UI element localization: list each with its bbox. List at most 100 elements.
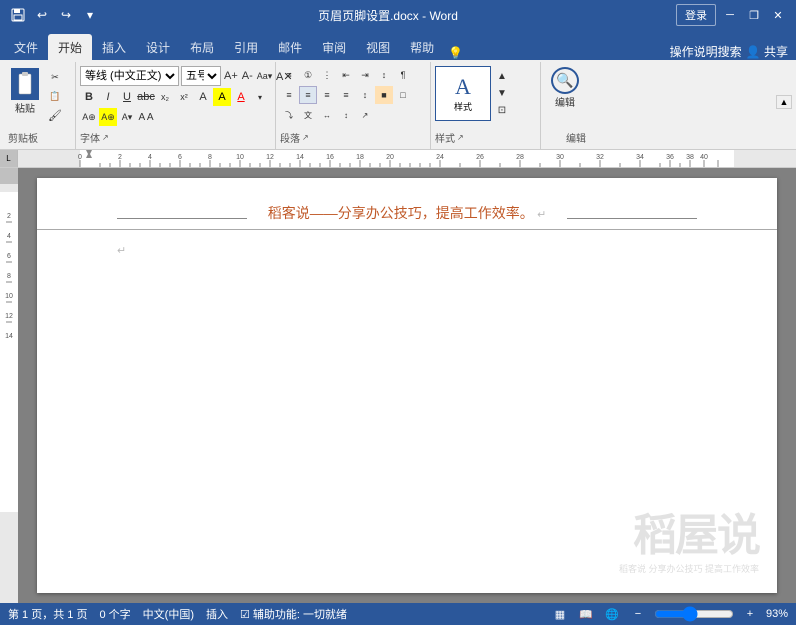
cut-button[interactable]: ✂ xyxy=(44,68,66,86)
view-print-layout[interactable]: ▦ xyxy=(550,606,570,622)
zoom-level[interactable]: 93% xyxy=(766,608,788,620)
tab-view[interactable]: 视图 xyxy=(356,34,400,60)
tab-file[interactable]: 文件 xyxy=(4,34,48,60)
font-color-adv-button[interactable]: A⊕ xyxy=(80,108,98,126)
subscript-button[interactable]: x₂ xyxy=(156,88,174,106)
multilevel-list-button[interactable]: ⋮ xyxy=(318,66,336,84)
redo-icon[interactable]: ↪ xyxy=(56,5,76,25)
view-web-layout[interactable]: 🌐 xyxy=(602,606,622,622)
tab-home[interactable]: 开始 xyxy=(48,34,92,60)
styles-scroll-up[interactable]: ▲ xyxy=(493,68,511,85)
tab-mailings[interactable]: 邮件 xyxy=(268,34,312,60)
clipboard-group: 粘贴 ✂ 📋 🖌 剪贴板 xyxy=(4,62,76,149)
doc-scroll-area[interactable]: 稻客说——分享办公技巧，提高工作效率。 ↵ ↵ 稻屋说 稻客说 分享办公技巧 提… xyxy=(18,168,796,603)
font-size-select[interactable]: 五号 xyxy=(181,66,221,86)
font-color-button[interactable]: A xyxy=(232,88,250,106)
clipboard-label: 剪贴板 xyxy=(8,130,71,147)
share-button[interactable]: 👤 共享 xyxy=(746,43,788,60)
word-count[interactable]: 0 个字 xyxy=(99,606,130,622)
input-mode[interactable]: 插入 xyxy=(206,606,228,622)
show-formatting-button[interactable]: ¶ xyxy=(394,66,412,84)
minimize-button[interactable]: ─ xyxy=(720,5,740,25)
styles-scroll-down[interactable]: ▼ xyxy=(493,85,511,102)
zoom-out-button[interactable]: − xyxy=(628,606,648,622)
tab-design[interactable]: 设计 xyxy=(136,34,180,60)
superscript-button[interactable]: x² xyxy=(175,88,193,106)
undo-icon[interactable]: ↩ xyxy=(32,5,52,25)
content-area: 2 4 6 8 10 12 14 xyxy=(0,168,796,603)
text-direction-button[interactable]: ⤵ xyxy=(280,106,298,124)
font-name-select[interactable]: 等线 (中文正文) xyxy=(80,66,179,86)
font-size-increase-button[interactable]: A+ xyxy=(223,67,239,85)
align-right-button[interactable]: ≡ xyxy=(318,86,336,104)
styles-label-text: 样式 xyxy=(435,130,455,145)
tab-references[interactable]: 引用 xyxy=(224,34,268,60)
styles-area: A 样式 xyxy=(435,66,491,121)
sort-button[interactable]: ↕ xyxy=(375,66,393,84)
shading-button[interactable]: ■ xyxy=(375,86,393,104)
zoom-in-button[interactable]: + xyxy=(740,606,760,622)
search-label: 操作说明搜索 xyxy=(670,43,742,60)
restore-button[interactable]: ❐ xyxy=(744,5,764,25)
accessibility: ☑ 辅助功能: 一切就绪 xyxy=(240,606,347,622)
styles-preview[interactable]: A 样式 xyxy=(435,66,491,121)
find-replace-button[interactable]: 🔍 编辑 xyxy=(545,66,585,110)
editing-controls: 🔍 编辑 xyxy=(545,64,585,110)
para-extra3[interactable]: ↗ xyxy=(356,106,374,124)
styles-expand[interactable]: ⊡ xyxy=(493,102,511,119)
align-left-button[interactable]: ≡ xyxy=(280,86,298,104)
format-painter-button[interactable]: 🖌 xyxy=(44,106,66,124)
tab-review[interactable]: 审阅 xyxy=(312,34,356,60)
login-button[interactable]: 登录 xyxy=(676,4,716,26)
ribbon-search[interactable]: 操作说明搜索 xyxy=(670,43,742,60)
watermark: 稻屋说 xyxy=(633,499,759,563)
styles-scroll: ▲ ▼ ⊡ xyxy=(493,66,511,121)
view-read-mode[interactable]: 📖 xyxy=(576,606,596,622)
styles-controls: A 样式 ▲ ▼ ⊡ xyxy=(435,64,511,130)
body-paragraph-mark: ↵ xyxy=(117,245,126,257)
increase-indent-button[interactable]: ⇥ xyxy=(356,66,374,84)
align-center-button[interactable]: ≡ xyxy=(299,86,317,104)
paragraph-expand-icon[interactable]: ↗ xyxy=(302,133,309,142)
paste-button[interactable]: 粘贴 xyxy=(8,66,42,116)
decrease-indent-button[interactable]: ⇤ xyxy=(337,66,355,84)
chinese-layout-button[interactable]: 文 xyxy=(299,106,317,124)
language[interactable]: 中文(中国) xyxy=(143,606,194,622)
text-shading-button[interactable]: A▾ xyxy=(118,108,136,126)
tab-insert[interactable]: 插入 xyxy=(92,34,136,60)
underline-button[interactable]: U xyxy=(118,88,136,106)
font-size-decrease-button[interactable]: A- xyxy=(241,67,254,85)
zoom-slider[interactable] xyxy=(654,606,734,622)
italic-button[interactable]: I xyxy=(99,88,117,106)
justify-button[interactable]: ≡ xyxy=(337,86,355,104)
customize-qat-icon[interactable]: ▾ xyxy=(80,5,100,25)
strikethrough-button[interactable]: abc xyxy=(137,88,155,106)
font-expand-icon[interactable]: ↗ xyxy=(102,133,109,142)
font-size-aa-button[interactable]: A A xyxy=(137,108,155,126)
doc-page[interactable]: 稻客说——分享办公技巧，提高工作效率。 ↵ ↵ 稻屋说 稻客说 分享办公技巧 提… xyxy=(37,178,777,593)
tab-help[interactable]: 帮助 xyxy=(400,34,444,60)
svg-text:32: 32 xyxy=(596,154,604,161)
border-button[interactable]: □ xyxy=(394,86,412,104)
text-highlight-button[interactable]: A xyxy=(213,88,231,106)
save-icon[interactable] xyxy=(8,5,28,25)
line-spacing-button[interactable]: ↕ xyxy=(356,86,374,104)
quick-access-toolbar: ↩ ↪ ▾ xyxy=(8,5,100,25)
font-color-dropdown[interactable]: ▾ xyxy=(251,88,269,106)
ruler-corner[interactable]: L xyxy=(0,150,18,167)
highlight-adv-button[interactable]: A⊕ xyxy=(99,108,117,126)
page-count[interactable]: 第 1 页，共 1 页 xyxy=(8,606,87,622)
close-button[interactable]: ✕ xyxy=(768,5,788,25)
bold-button[interactable]: B xyxy=(80,88,98,106)
copy-button[interactable]: 📋 xyxy=(44,87,66,105)
change-case-button[interactable]: Aa▾ xyxy=(256,67,274,85)
bullets-button[interactable]: ≡ xyxy=(280,66,298,84)
collapse-ribbon-button[interactable]: ▲ xyxy=(776,95,792,109)
styles-expand-icon[interactable]: ↗ xyxy=(457,133,464,142)
tab-layout[interactable]: 布局 xyxy=(180,34,224,60)
para-extra2[interactable]: ↕ xyxy=(337,106,355,124)
numbering-button[interactable]: ① xyxy=(299,66,317,84)
para-extra1[interactable]: ↔ xyxy=(318,106,336,124)
text-effect-button[interactable]: A xyxy=(194,88,212,106)
body-cursor-area[interactable]: ↵ xyxy=(117,243,126,257)
